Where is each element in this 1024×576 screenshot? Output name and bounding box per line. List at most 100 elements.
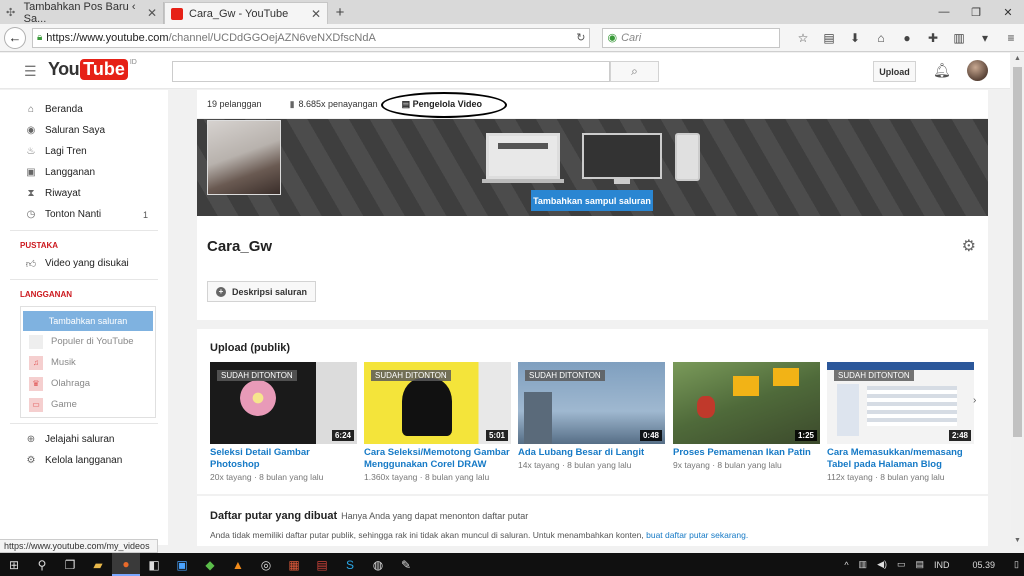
app-icon[interactable]: ✎ (392, 553, 420, 576)
sidebar-item-game[interactable]: ▭ Game (21, 394, 151, 415)
scroll-up-icon[interactable]: ▲ (1014, 55, 1021, 62)
divider (10, 279, 158, 280)
network-icon[interactable]: ▥ (859, 559, 868, 570)
sidebar-item-label: Populer di YouTube (51, 336, 134, 347)
minimize-icon[interactable]: — (928, 0, 960, 24)
youtube-search-input[interactable] (172, 61, 610, 82)
task-view-icon[interactable]: ❐ (56, 553, 84, 576)
skype-icon[interactable]: S (336, 553, 364, 576)
video-thumbnail[interactable]: 1:25 (673, 362, 820, 444)
bookmark-star-icon[interactable]: ☆ (790, 31, 816, 45)
close-tab-icon[interactable]: ✕ (311, 7, 321, 21)
sidebar-item-liked-videos[interactable]: 👍︎ Video yang disukai (0, 253, 168, 274)
page-scrollbar[interactable]: ▲ ▼ (1011, 53, 1024, 546)
powerpoint-icon[interactable]: ▤ (308, 553, 336, 576)
uploads-heading[interactable]: Upload (publik) (210, 342, 290, 354)
menu-icon[interactable]: ≡ (998, 31, 1024, 45)
sidebar-item-saluran-saya[interactable]: ◉ Saluran Saya (0, 120, 168, 141)
sidebar-item-jelajahi[interactable]: ⊕ Jelajahi saluran (0, 429, 168, 450)
youtube-logo[interactable]: You Tube ID (48, 59, 137, 80)
upload-button[interactable]: Upload (873, 61, 916, 82)
chrome-icon[interactable]: ◎ (252, 553, 280, 576)
notifications-icon[interactable]: ▯ (1014, 559, 1019, 570)
photoshop-icon[interactable]: ▣ (168, 553, 196, 576)
address-bar[interactable]: 🔒︎ https://www.youtube.com /channel/UCDd… (31, 27, 591, 48)
volume-icon[interactable]: ◀) (877, 559, 887, 570)
store-icon[interactable]: ◧ (140, 553, 168, 576)
sidebar-item-lagi-tren[interactable]: ♨ Lagi Tren (0, 141, 168, 162)
close-window-icon[interactable]: ✕ (992, 0, 1024, 24)
channel-description-button[interactable]: + Deskripsi saluran (207, 281, 317, 302)
gear-icon[interactable]: ⚙ (962, 236, 976, 256)
video-title[interactable]: Seleksi Detail Gambar Photoshop (210, 447, 357, 471)
add-channel-button[interactable]: Tambahkan saluran (23, 311, 153, 331)
duration-badge: 6:24 (331, 430, 354, 441)
reload-icon[interactable]: ↻ (576, 31, 585, 44)
video-card[interactable]: SUDAH DITONTON 2:48 Cara Memasukkan/mema… (827, 362, 974, 482)
video-title[interactable]: Proses Pemamenan Ikan Patin (673, 447, 820, 459)
video-thumbnail[interactable]: SUDAH DITONTON 0:48 (518, 362, 665, 444)
plus-circle-icon: ⊕ (26, 434, 36, 445)
windows-start-icon[interactable]: ⊞ (0, 553, 28, 576)
reading-list-icon[interactable]: ▤ (816, 31, 842, 45)
sidebar-item-riwayat[interactable]: ⧗ Riwayat (0, 183, 168, 204)
battery-icon[interactable]: ▭ (897, 559, 906, 570)
divider (10, 230, 158, 231)
guide-menu-icon[interactable]: ☰ (24, 63, 37, 80)
video-title[interactable]: Cara Memasukkan/memasang Tabel pada Halam… (827, 447, 974, 471)
sidebar-item-kelola[interactable]: ⚙ Kelola langganan (0, 450, 168, 471)
video-thumbnail[interactable]: SUDAH DITONTON 2:48 (827, 362, 974, 444)
file-explorer-icon[interactable]: ▰ (84, 553, 112, 576)
avatar[interactable] (967, 60, 988, 81)
gear-icon: ⚙ (26, 455, 36, 466)
sidebar-item-label: Jelajahi saluran (45, 434, 115, 445)
scrollbar-thumb[interactable] (1013, 67, 1022, 437)
video-meta: 20x tayang · 8 bulan yang lalu (210, 472, 324, 482)
coreldraw-icon[interactable]: ◆ (196, 553, 224, 576)
create-playlist-link[interactable]: buat daftar putar sekarang. (646, 530, 748, 540)
chat-icon[interactable]: ● (894, 31, 920, 45)
sidebar-item-populer[interactable]: Populer di YouTube (21, 331, 151, 352)
download-icon[interactable]: ⬇ (842, 31, 868, 45)
vlc-icon[interactable]: ▲ (224, 553, 252, 576)
extension-icon[interactable]: ✚ (920, 31, 946, 45)
tray-chevron-icon[interactable]: ^ (844, 560, 848, 570)
tab-youtube[interactable]: Cara_Gw - YouTube ✕ (164, 2, 328, 24)
video-title[interactable]: Ada Lubang Besar di Langit (518, 447, 665, 459)
sidebar-item-olahraga[interactable]: ♛ Olahraga (21, 373, 151, 394)
video-card[interactable]: 1:25 Proses Pemamenan Ikan Patin 9x taya… (673, 362, 820, 470)
video-card[interactable]: SUDAH DITONTON 5:01 Cara Seleksi/Memoton… (364, 362, 511, 482)
trash-icon[interactable]: ▥ (946, 31, 972, 45)
video-card[interactable]: SUDAH DITONTON 6:24 Seleksi Detail Gamba… (210, 362, 357, 482)
video-thumbnail[interactable]: SUDAH DITONTON 5:01 (364, 362, 511, 444)
close-tab-icon[interactable]: ✕ (147, 6, 157, 20)
tab-wordpress[interactable]: ✣ Tambahkan Pos Baru ‹ Sa... ✕ (0, 1, 164, 25)
new-tab-button[interactable]: + (328, 2, 352, 24)
maximize-icon[interactable]: ❐ (960, 0, 992, 24)
search-icon[interactable]: ⌕ (610, 61, 659, 82)
app-icon[interactable]: ◍ (364, 553, 392, 576)
sidebar-item-langganan[interactable]: ▣ Langganan (0, 162, 168, 183)
home-icon[interactable]: ⌂ (868, 31, 894, 45)
message-icon[interactable]: ▤ (916, 559, 925, 570)
sidebar-item-musik[interactable]: ♫ Musik (21, 352, 151, 373)
add-banner-button[interactable]: Tambahkan sampul saluran (531, 190, 653, 211)
app-icon[interactable]: ▦ (280, 553, 308, 576)
sidebar-item-tonton-nanti[interactable]: ◷ Tonton Nanti 1 (0, 204, 168, 225)
back-arrow-icon[interactable]: ← (4, 26, 26, 49)
sidebar-item-label: Kelola langganan (45, 455, 123, 466)
chevron-right-icon[interactable]: › (973, 395, 976, 406)
dropdown-icon[interactable]: ▾ (972, 31, 998, 45)
video-title[interactable]: Cara Seleksi/Memotong Gambar Menggunakan … (364, 447, 511, 471)
search-icon[interactable]: ⚲ (28, 553, 56, 576)
channel-profile-photo[interactable] (207, 120, 281, 195)
firefox-icon[interactable]: ● (112, 553, 140, 576)
clock[interactable]: 05.39 (973, 560, 996, 570)
video-thumbnail[interactable]: SUDAH DITONTON 6:24 (210, 362, 357, 444)
scroll-down-icon[interactable]: ▼ (1014, 537, 1021, 544)
browser-search-input[interactable]: ◉ Cari (602, 27, 781, 48)
sidebar-item-beranda[interactable]: ⌂ Beranda (0, 99, 168, 120)
language-indicator[interactable]: IND (934, 560, 950, 570)
video-card[interactable]: SUDAH DITONTON 0:48 Ada Lubang Besar di … (518, 362, 665, 470)
notification-bell-icon[interactable]: 🔔︎ (933, 62, 951, 79)
